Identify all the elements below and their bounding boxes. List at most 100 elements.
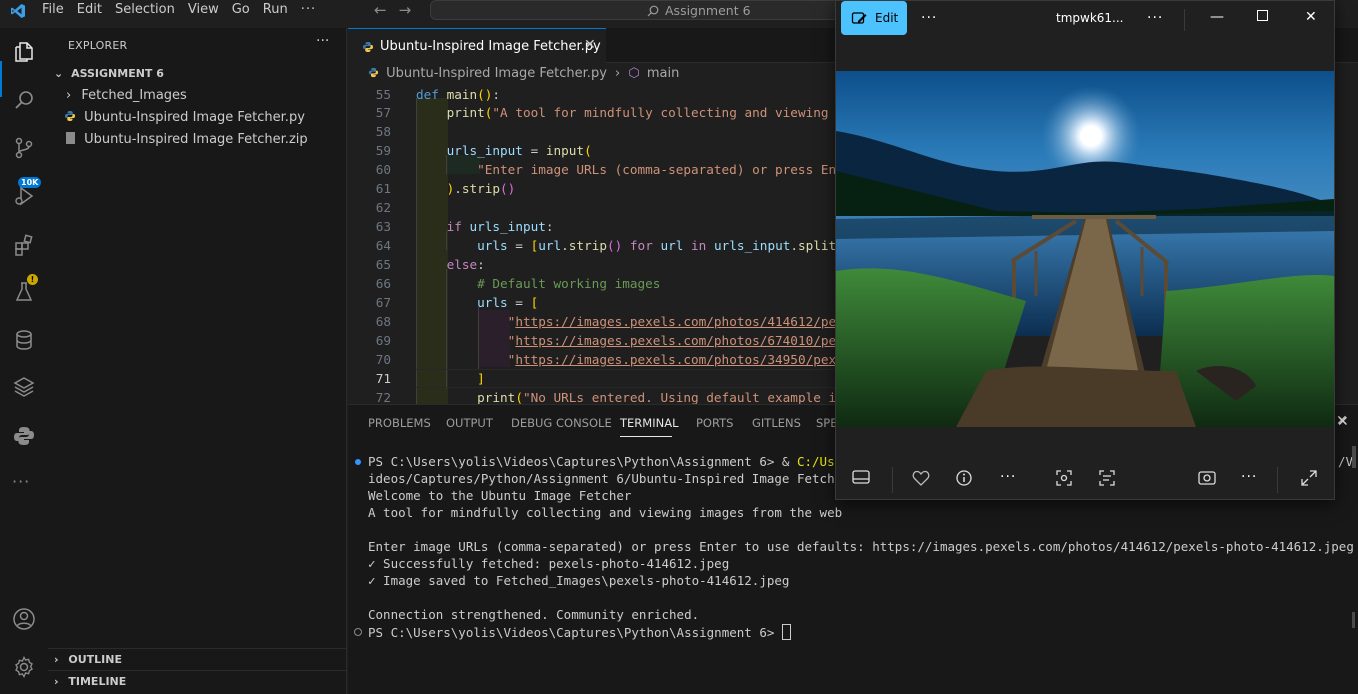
photo-image[interactable] [836,71,1334,427]
timeline-label: TIMELINE [68,675,127,688]
chevron-right-icon: › [54,653,59,666]
tree-item-python-file[interactable]: Ubuntu-Inspired Image Fetcher.py [64,110,305,125]
chevron-down-icon: ⌄ [54,67,64,80]
chevron-right-icon: › [54,675,59,688]
title-more-icon[interactable]: ··· [1147,10,1163,26]
terminal-cursor [781,624,791,640]
line-number: 67 [375,295,391,310]
more-views-icon[interactable]: ··· [12,472,36,496]
settings-gear-icon[interactable] [12,655,36,679]
text-scan-icon[interactable] [1099,470,1115,486]
breadcrumb: Ubuntu-Inspired Image Fetcher.py › ⬡ mai… [368,66,679,81]
terminal-line: PS C:\Users\yolis\Videos\Captures\Python… [368,454,872,469]
menu-run[interactable]: Run [263,2,297,17]
command-center[interactable]: Assignment 6 [430,0,840,20]
code-line: "Enter image URLs (comma-separated) or p… [477,162,835,177]
forward-arrow-icon[interactable]: → [399,1,412,19]
nav-arrows: ← → [374,1,423,19]
close-window-icon[interactable]: ✕ [1305,9,1317,25]
menu-edit[interactable]: Edit [77,2,111,17]
database-icon[interactable] [12,328,36,352]
visual-search-icon[interactable] [1198,470,1216,486]
panel-close-icon[interactable]: ✕ [1337,414,1349,430]
filmstrip-icon[interactable] [852,470,870,484]
terminal-input-line[interactable]: PS C:\Users\yolis\Videos\Captures\Python… [368,624,791,640]
explorer-more-icon[interactable]: ··· [316,33,329,49]
activity-bar: 10K ! ··· [0,28,48,694]
code-line: if urls_input: [446,219,554,234]
heart-icon[interactable] [912,470,930,486]
workspace-folder-header[interactable]: ⌄ ASSIGNMENT 6 [54,67,164,80]
menu-more-icon[interactable]: ··· [301,2,325,17]
line-number: 62 [375,200,391,215]
breadcrumb-file[interactable]: Ubuntu-Inspired Image Fetcher.py [386,66,607,81]
crop-select-icon[interactable] [1056,470,1072,486]
terminal-scrollbar[interactable] [1352,446,1356,468]
fullscreen-icon[interactable] [1301,470,1317,486]
extensions-icon[interactable] [12,233,36,257]
tab-terminal[interactable]: TERMINAL [620,416,678,430]
code-line: def main(): [416,87,501,102]
tab-python-file[interactable]: Ubuntu-Inspired Image Fetcher.py ✕ [348,28,606,63]
maximize-icon[interactable] [1257,9,1268,25]
python-file-icon [363,42,373,52]
run-debug-icon[interactable] [12,184,36,208]
terminal-line: Welcome to the Ubuntu Image Fetcher [368,488,632,503]
code-line: "https://images.pexels.com/photos/414612… [507,314,835,329]
layers-icon[interactable] [12,375,36,399]
terminal-scrollbar-thumb[interactable] [1352,612,1355,628]
photo-more-icon[interactable]: ··· [1241,469,1257,485]
terminal-line: ✓ Successfully fetched: pexels-photo-414… [368,556,730,571]
tab-close-icon[interactable]: ✕ [584,37,596,53]
tab-debug-console[interactable]: DEBUG CONSOLE [511,416,612,430]
tree-item-zip-file[interactable]: Ubuntu-Inspired Image Fetcher.zip [66,132,308,147]
breadcrumb-symbol[interactable]: main [647,66,679,81]
timeline-section[interactable]: › TIMELINE [48,670,347,692]
outline-section[interactable]: › OUTLINE [48,648,347,670]
line-number: 66 [375,276,391,291]
menu-file[interactable]: File [42,2,73,17]
code-line: print("A tool for mindfully collecting a… [446,105,829,120]
search-icon[interactable] [12,88,36,112]
edit-more-icon[interactable]: ··· [921,10,937,26]
python-file-icon [65,111,75,121]
tab-ports[interactable]: PORTS [696,416,733,430]
source-control-icon[interactable] [12,136,36,160]
back-arrow-icon[interactable]: ← [374,1,387,19]
code-line: "https://images.pexels.com/photos/34950/… [507,352,835,367]
info-icon[interactable] [956,470,972,486]
tab-gitlens[interactable]: GITLENS [752,416,801,430]
menu-selection[interactable]: Selection [115,2,184,17]
command-success-dot [355,459,361,465]
line-number: 68 [375,314,391,329]
line-number: 55 [375,87,391,102]
code-line: urls = [ [477,295,539,310]
toolbar-divider [1277,467,1278,493]
terminal-line: ✓ Image saved to Fetched_Images\pexels-p… [368,573,790,588]
edit-button[interactable]: Edit [841,1,907,35]
moonlit-lake-pier-image [836,71,1334,427]
photo-more-icon[interactable]: ··· [1000,469,1016,485]
line-number: 61 [375,181,391,196]
menu-go[interactable]: Go [232,2,259,17]
code-line: # Default working images [477,276,661,291]
code-editor[interactable]: 55 57 58 59 60 61 62 63 64 65 66 67 68 6… [348,84,835,404]
tab-problems[interactable]: PROBLEMS [368,416,431,430]
python-icon[interactable] [12,424,36,448]
code-line: else: [446,257,485,272]
tab-label: Ubuntu-Inspired Image Fetcher.py [380,39,601,54]
tab-output[interactable]: OUTPUT [446,416,493,430]
account-icon[interactable] [12,607,36,631]
tree-item-label: Fetched_Images [81,88,187,103]
workspace-folder-label: ASSIGNMENT 6 [71,67,164,80]
explorer-icon[interactable] [12,40,36,64]
code-line: ).strip() [446,181,516,196]
toolbar-divider [892,467,893,493]
tree-item-fetched-images[interactable]: › Fetched_Images [66,88,187,103]
explorer-title: EXPLORER [68,39,128,52]
terminal-line: Connection strengthened. Community enric… [368,607,700,622]
minimize-icon[interactable]: — [1210,9,1224,25]
testing-flask-icon[interactable] [12,280,36,304]
command-center-label: Assignment 6 [665,3,751,18]
menu-view[interactable]: View [188,2,228,17]
